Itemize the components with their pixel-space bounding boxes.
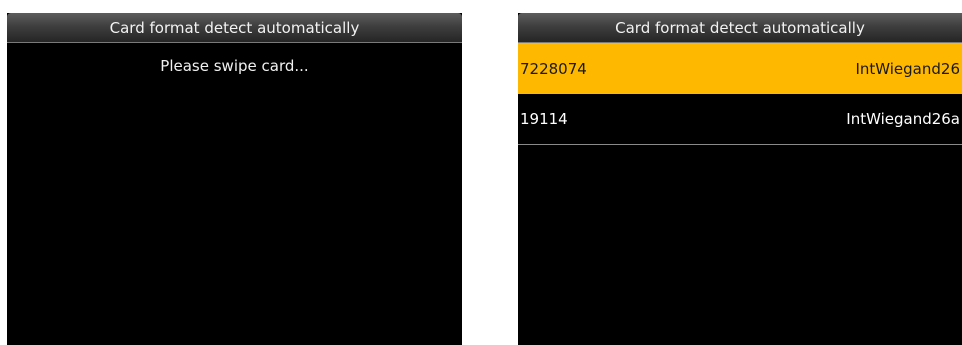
right-device-screen: Card format detect automatically 7228074…	[518, 13, 962, 345]
card-list-item-selected[interactable]: 7228074 IntWiegand26	[518, 43, 962, 94]
card-format: IntWiegand26	[855, 59, 960, 78]
card-number: 19114	[520, 110, 568, 128]
card-format: IntWiegand26a	[846, 110, 960, 128]
swipe-card-prompt: Please swipe card...	[160, 57, 309, 75]
right-screen-title: Card format detect automatically	[518, 13, 962, 43]
left-device-screen: Card format detect automatically Please …	[7, 13, 462, 345]
card-number: 7228074	[520, 59, 587, 78]
left-screen-title: Card format detect automatically	[7, 13, 462, 43]
card-list-item[interactable]: 19114 IntWiegand26a	[518, 94, 962, 145]
